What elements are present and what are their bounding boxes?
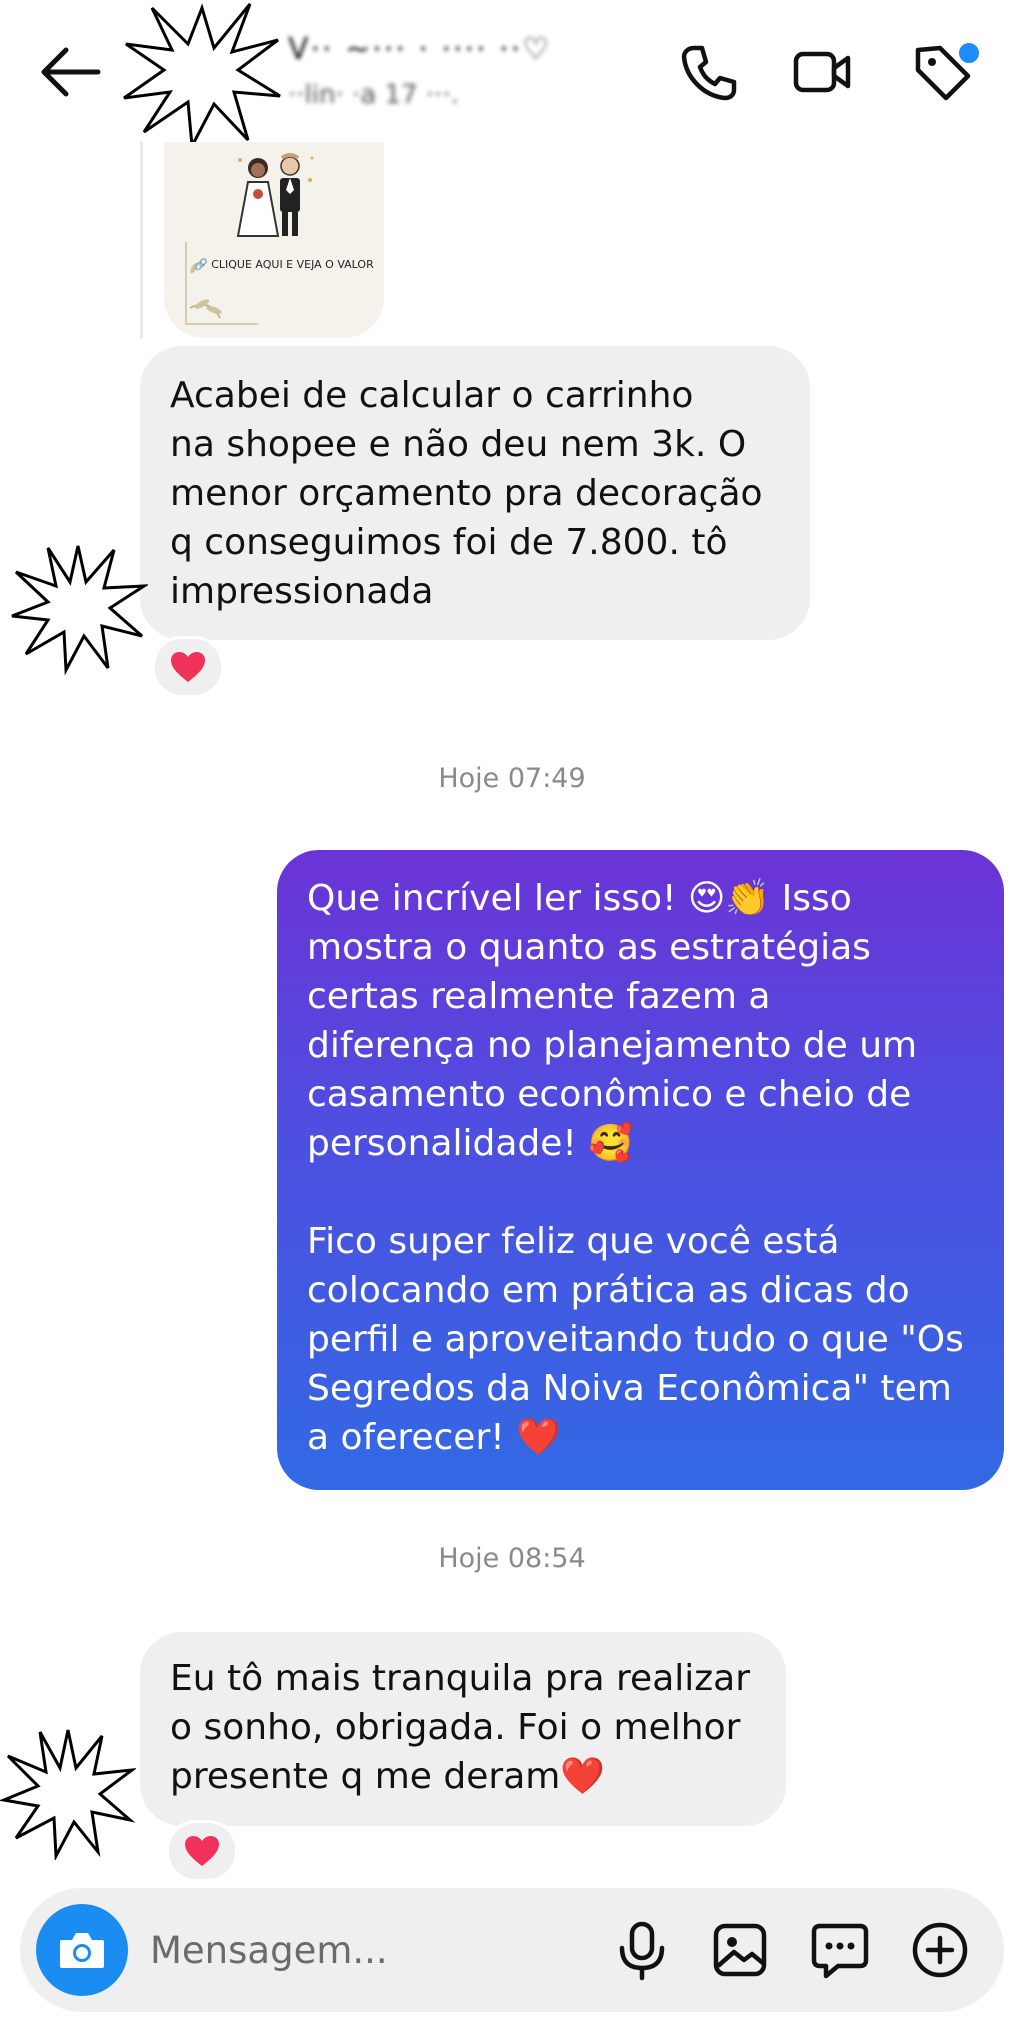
camera-icon — [60, 1933, 104, 1968]
leaf-ornament — [185, 242, 258, 325]
video-call-icon[interactable] — [790, 40, 854, 104]
redacted-avatar-scribble[interactable] — [122, 0, 282, 150]
redacted-avatar-scribble — [0, 1729, 136, 1860]
heart-reaction[interactable] — [166, 1820, 238, 1882]
contact-name[interactable]: V·· ~··· · ···· ··♡ — [288, 32, 551, 67]
message-composer — [20, 1888, 1004, 2012]
notification-dot — [956, 40, 982, 66]
phone-call-icon[interactable] — [676, 40, 740, 104]
message-timestamp: Hoje 08:54 — [438, 1543, 586, 1574]
outgoing-message-bubble[interactable]: Que incrível ler isso! 😍👏 Isso mostra o … — [277, 850, 1004, 1490]
microphone-icon[interactable] — [610, 1918, 674, 1982]
gallery-icon[interactable] — [708, 1918, 772, 1982]
chat-sticker-icon[interactable] — [808, 1918, 872, 1982]
heart-reaction[interactable] — [152, 636, 224, 698]
wedding-couple-illustration — [236, 153, 314, 237]
contact-status: ··lin· ·a 17 ···. — [288, 80, 459, 110]
shared-post-card[interactable]: 🔗 CLIQUE AQUI E VEJA O VALOR — [164, 142, 384, 338]
back-arrow-icon[interactable] — [36, 40, 106, 104]
plus-circle-icon[interactable] — [908, 1918, 972, 1982]
message-input[interactable] — [150, 1918, 610, 1982]
chat-header: V·· ~··· · ···· ··♡ ··lin· ·a 17 ···. — [0, 0, 1024, 150]
message-timestamp: Hoje 07:49 — [438, 763, 586, 794]
incoming-message-bubble[interactable]: Acabei de calcular o carrinho na shopee … — [140, 346, 810, 640]
heart-icon — [171, 652, 205, 682]
redacted-avatar-scribble — [11, 545, 148, 676]
shared-post-link-text[interactable]: 🔗 CLIQUE AQUI E VEJA O VALOR — [194, 258, 374, 271]
heart-icon — [185, 1836, 219, 1866]
incoming-message-bubble[interactable]: Eu tô mais tranquila pra realizar o sonh… — [140, 1632, 786, 1826]
camera-button[interactable] — [36, 1904, 128, 1996]
reply-thread-line — [140, 142, 143, 338]
